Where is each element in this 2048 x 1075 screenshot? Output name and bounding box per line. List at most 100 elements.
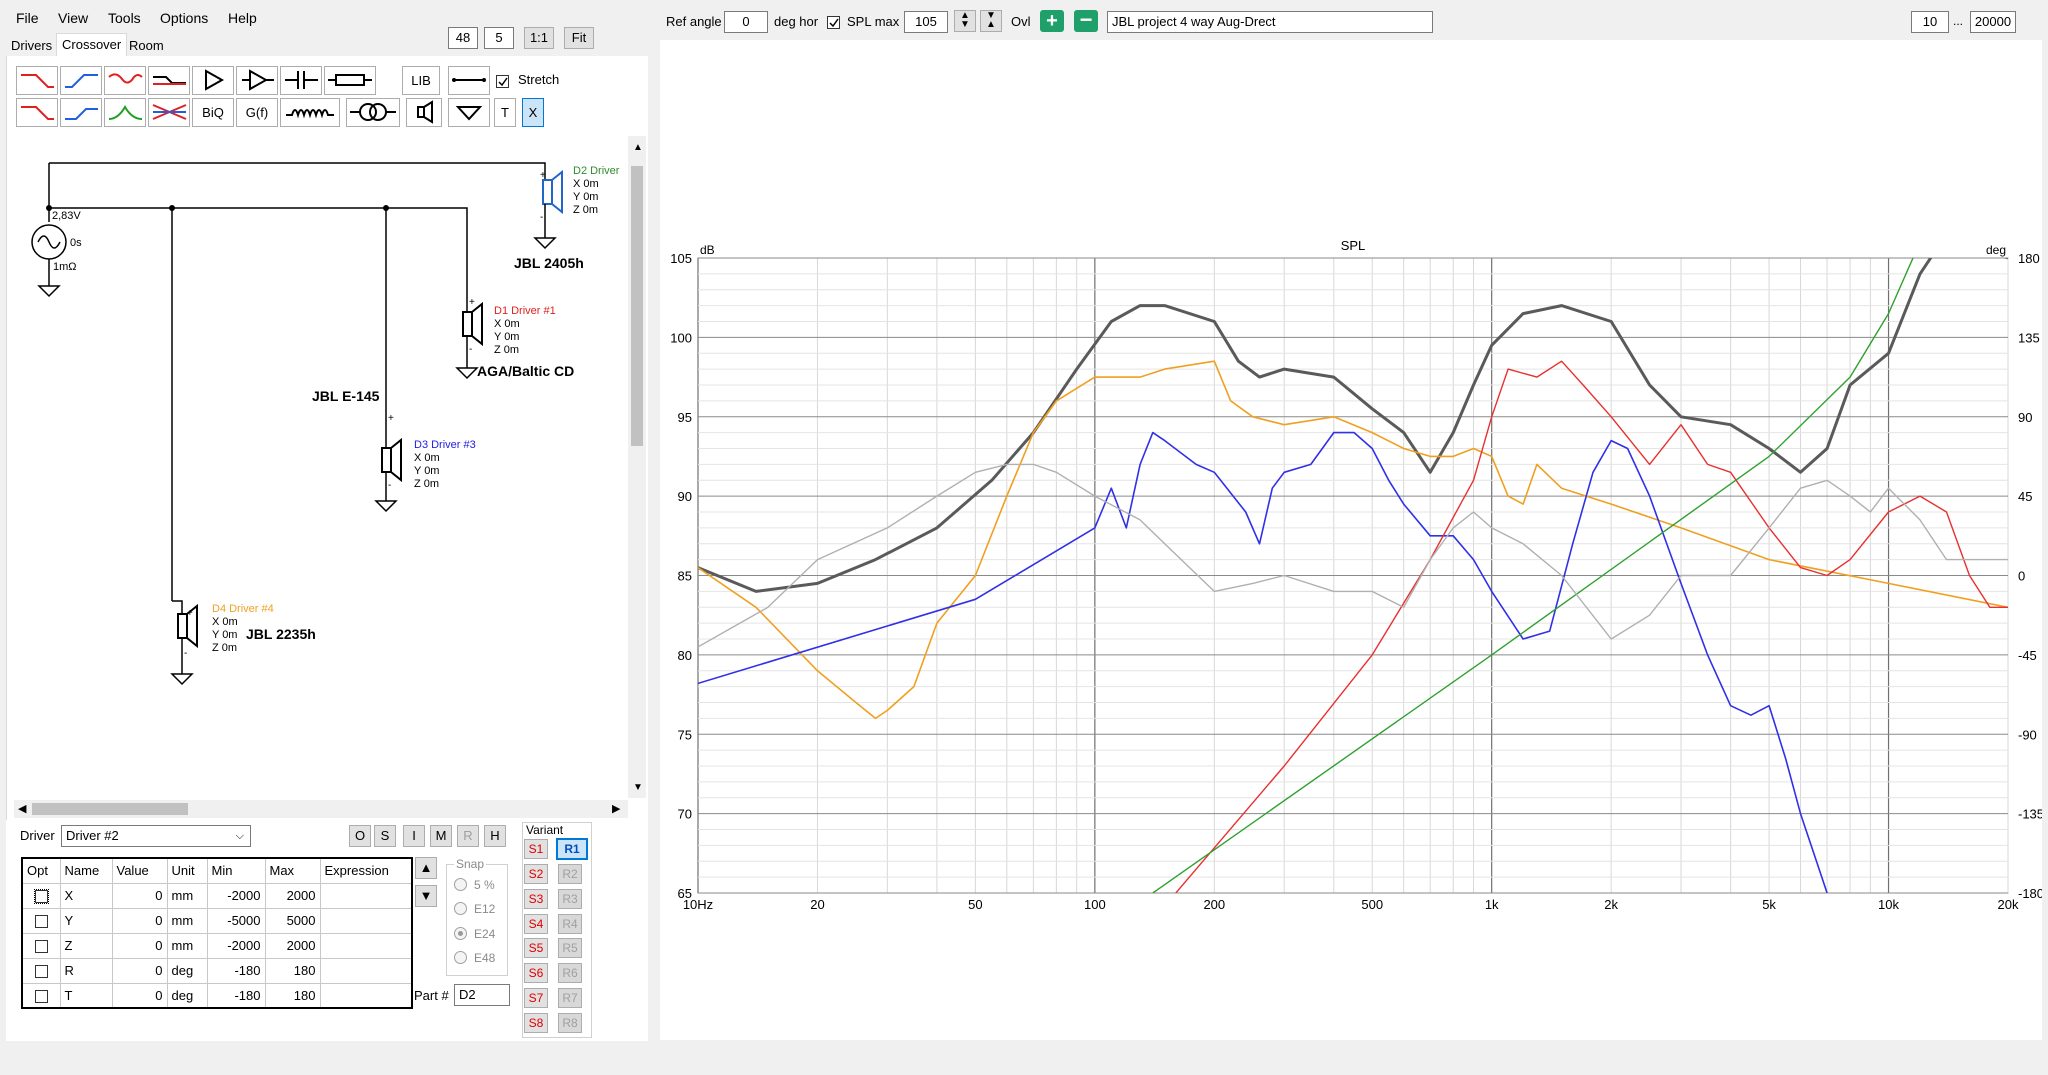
text-tool-button[interactable]: T [494,98,516,127]
param-max[interactable]: 5000 [264,907,321,934]
table-row[interactable]: X 0 mm -2000 2000 [21,882,413,909]
spl-max-checkbox[interactable] [827,14,840,30]
opt-checkbox[interactable] [21,932,61,959]
h-button[interactable]: H [484,825,506,847]
stretch-checkbox[interactable] [496,73,509,89]
variant-r6-button[interactable]: R6 [558,963,582,983]
scroll-right-icon[interactable]: ▶ [612,802,620,815]
param-max[interactable]: 2000 [264,932,321,959]
x-tool-button[interactable]: X [522,98,544,127]
menu-help[interactable]: Help [228,10,257,26]
lowpass-red-icon[interactable] [16,66,58,95]
table-row[interactable]: T 0 deg -180 180 [21,982,413,1009]
param-min[interactable]: -2000 [206,882,266,909]
inductor-icon[interactable] [280,98,340,127]
variant-r8-button[interactable]: R8 [558,1013,582,1033]
driver-select[interactable]: Driver #2 ⌵ [61,825,251,847]
remove-overlay-icon[interactable]: − [1074,9,1098,32]
variant-r1-button[interactable]: R1 [556,838,588,860]
table-row[interactable]: Y 0 mm -5000 5000 [21,907,413,934]
param-min[interactable]: -2000 [206,932,266,959]
move-down-icon[interactable]: ▼ [415,885,437,907]
schematic-vertical-scrollbar[interactable]: ▲ ▼ [628,136,646,798]
table-row[interactable]: Z 0 mm -2000 2000 [21,932,413,959]
resistor-icon[interactable] [324,66,376,95]
param-expression[interactable] [319,957,413,984]
o-button[interactable]: O [349,825,371,847]
i-button[interactable]: I [403,825,425,847]
menu-tools[interactable]: Tools [108,10,141,26]
param-value[interactable]: 0 [111,957,168,984]
param-min[interactable]: -180 [206,982,266,1009]
tab-crossover[interactable]: Crossover [56,33,128,57]
variant-r5-button[interactable]: R5 [558,938,582,958]
scroll-thumb[interactable] [631,166,643,446]
table-row[interactable]: R 0 deg -180 180 [21,957,413,984]
tab-drivers[interactable]: Drivers [6,36,57,56]
speaker-icon[interactable] [406,98,442,127]
opt-checkbox[interactable] [21,882,61,909]
fit-button[interactable]: Fit [564,27,594,49]
shelf-icon[interactable] [148,66,190,95]
variant-s5-button[interactable]: S5 [524,938,548,958]
transformer-icon[interactable] [346,98,400,127]
add-overlay-icon[interactable]: + [1040,10,1064,32]
param-max[interactable]: 180 [264,982,321,1009]
param-min[interactable]: -180 [206,957,266,984]
highpass2-blue-icon[interactable] [60,98,102,127]
s-button[interactable]: S [374,825,396,847]
driver-d4-icon[interactable]: + - [170,600,198,686]
move-up-icon[interactable]: ▲ [415,857,437,879]
scroll-left-icon[interactable]: ◀ [18,802,26,815]
bandpass-green-icon[interactable] [104,98,146,127]
snap-radio-e48[interactable] [454,951,467,964]
lib-button[interactable]: LIB [402,66,440,95]
buffer-icon[interactable] [192,66,234,95]
variant-s7-button[interactable]: S7 [524,988,548,1008]
driver-d2-icon[interactable]: + - [533,169,563,250]
fmax-input[interactable]: 20000 [1970,11,2016,33]
scale-input-2[interactable]: 5 [484,27,514,49]
variant-s1-button[interactable]: S1 [524,839,548,859]
snap-radio-5[interactable] [454,878,467,891]
driver-d3-icon[interactable]: + - [374,413,402,513]
snap-radio-e24[interactable] [454,927,467,940]
param-value[interactable]: 0 [111,907,168,934]
graph-title-input[interactable]: JBL project 4 way Aug-Drect [1107,11,1433,33]
variant-s3-button[interactable]: S3 [524,889,548,909]
param-max[interactable]: 2000 [264,882,321,909]
tab-room[interactable]: Room [124,36,169,56]
schematic-horizontal-scrollbar[interactable]: ◀ ▶ [14,800,628,818]
param-value[interactable]: 0 [111,982,168,1009]
menu-view[interactable]: View [58,10,88,26]
spin-fit-icon[interactable]: ▼ ▲ [980,10,1002,32]
param-expression[interactable] [319,882,413,909]
param-expression[interactable] [319,982,413,1009]
menu-options[interactable]: Options [160,10,208,26]
r-button[interactable]: R [457,825,479,847]
param-max[interactable]: 180 [264,957,321,984]
opt-checkbox[interactable] [21,957,61,984]
spl-chart[interactable]: 10Hz 20 50 100 200 500 1k 2k 5k 10k 20k10510095908… [660,195,2042,1075]
opt-checkbox[interactable] [21,982,61,1009]
variant-r2-button[interactable]: R2 [558,864,582,884]
allpass-icon[interactable] [148,98,190,127]
variant-s6-button[interactable]: S6 [524,963,548,983]
param-value[interactable]: 0 [111,932,168,959]
opt-checkbox[interactable] [21,907,61,934]
part-input[interactable]: D2 [454,984,510,1006]
snap-radio-e12[interactable] [454,902,467,915]
variant-s4-button[interactable]: S4 [524,914,548,934]
wire-icon[interactable] [448,66,490,95]
param-expression[interactable] [319,932,413,959]
scroll-up-icon[interactable]: ▲ [633,142,643,153]
scale-input-1[interactable]: 48 [448,27,478,49]
biquad-button[interactable]: BiQ [192,98,234,127]
scroll-down-icon[interactable]: ▼ [633,782,643,793]
variant-r3-button[interactable]: R3 [558,889,582,909]
menu-file[interactable]: File [16,10,39,26]
variant-s8-button[interactable]: S8 [524,1013,548,1033]
highpass-blue-icon[interactable] [60,66,102,95]
fmin-input[interactable]: 10 [1911,11,1949,33]
variant-r7-button[interactable]: R7 [558,988,582,1008]
